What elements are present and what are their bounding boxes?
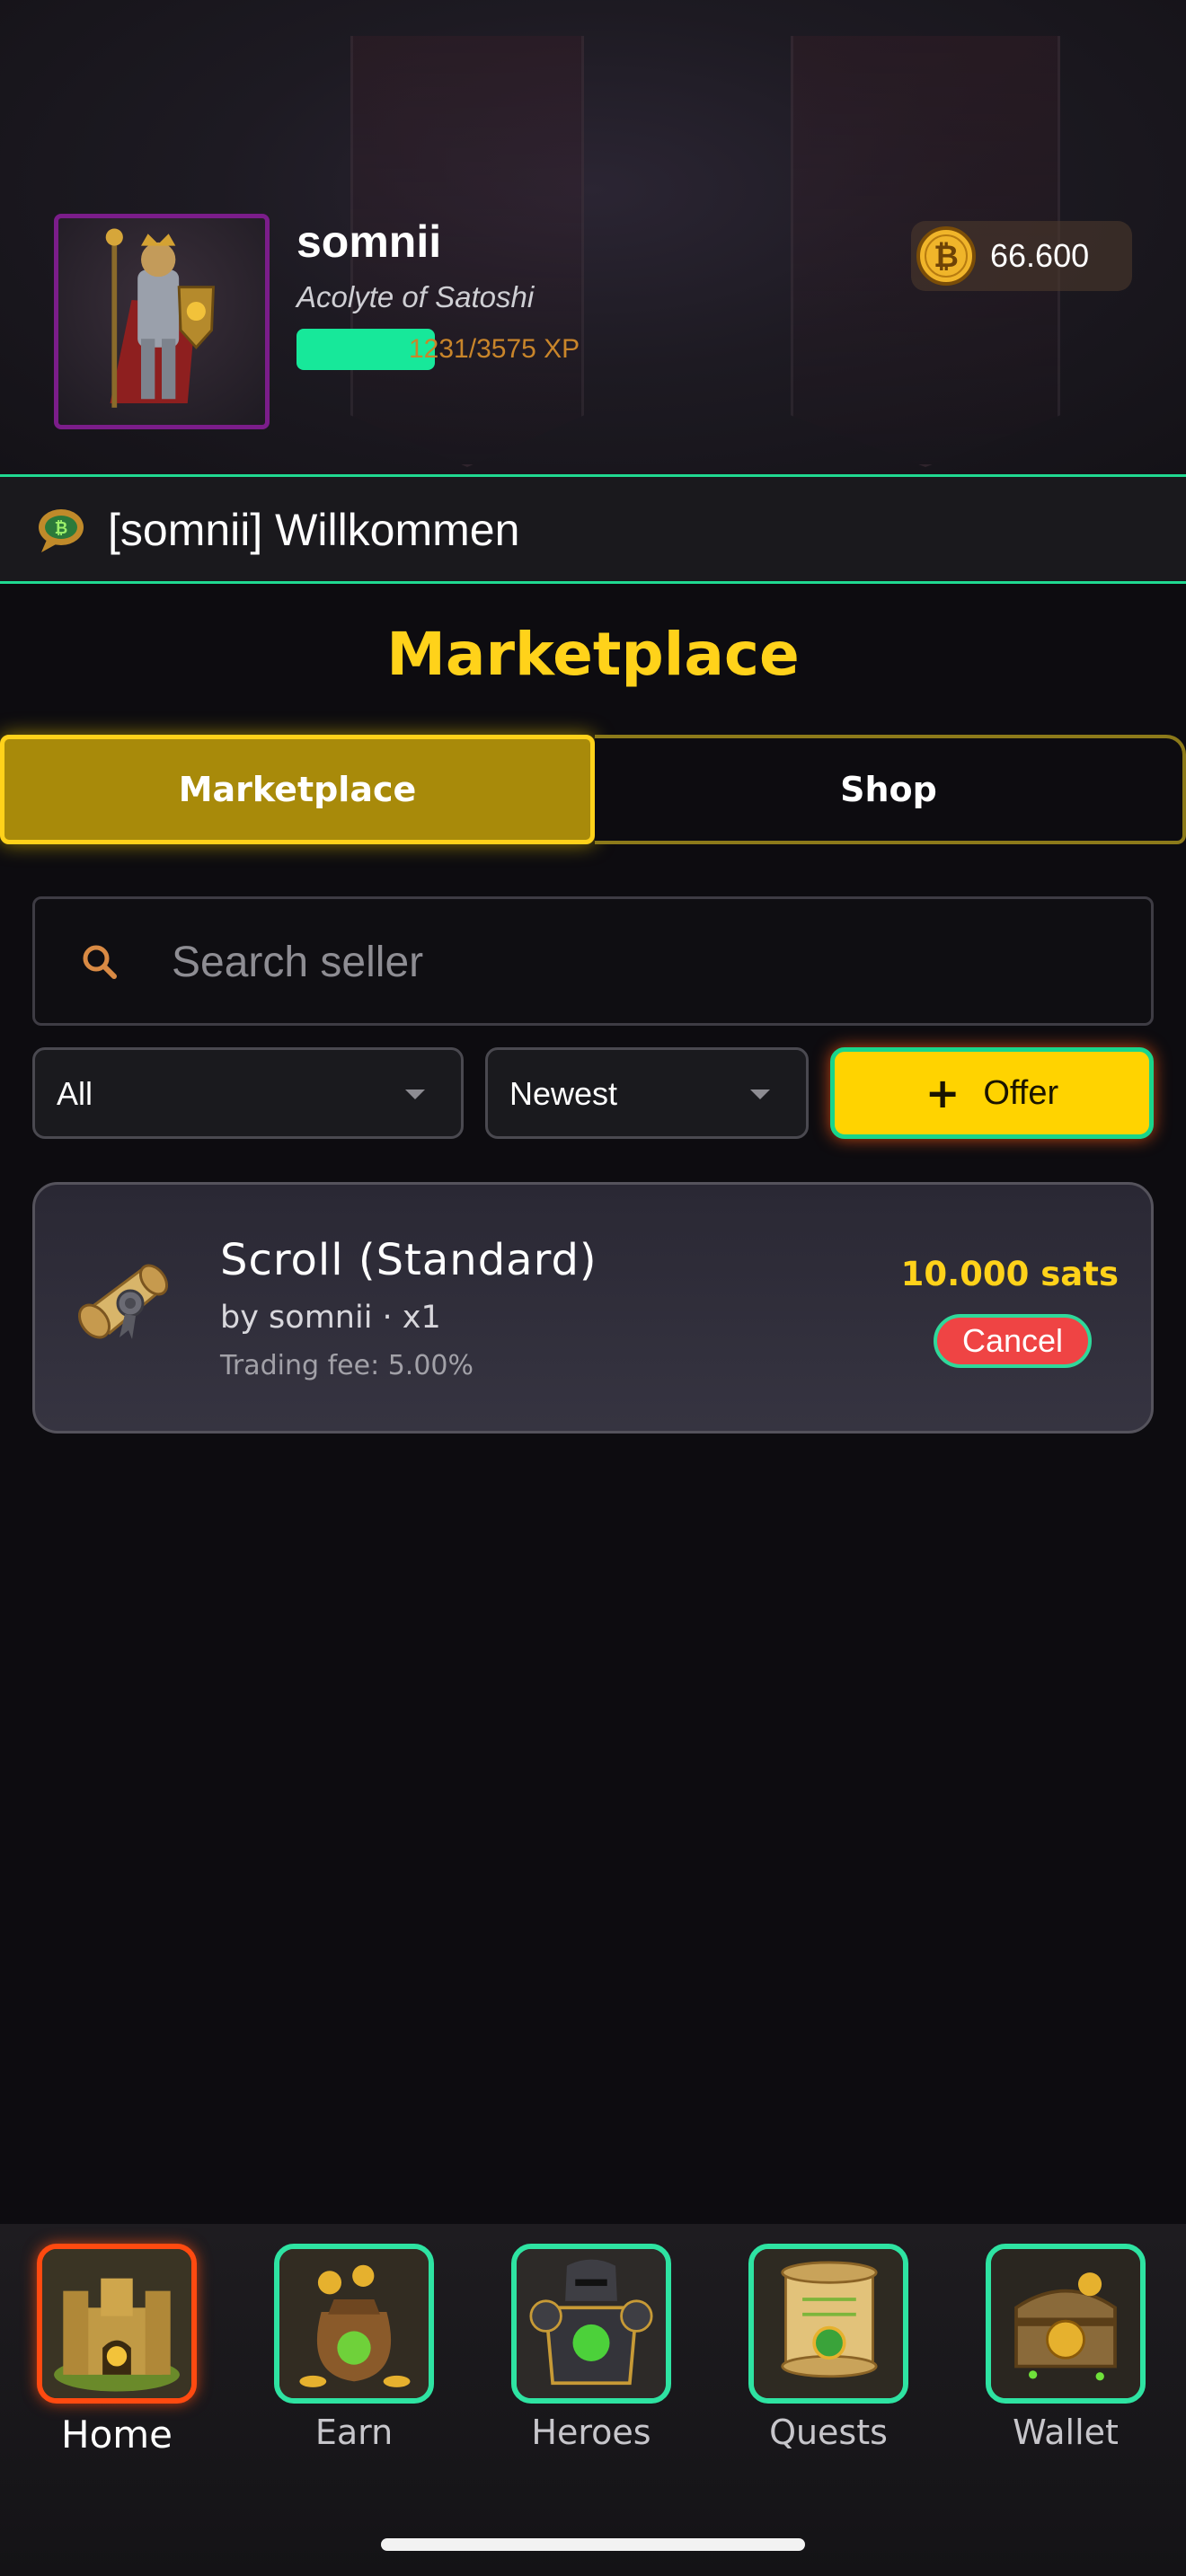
nav-quests-frame [748,2244,908,2404]
xp-text: 1231/3575 XP [409,334,580,364]
svg-text:₿: ₿ [55,519,68,538]
nav-label-heroes: Heroes [531,2413,651,2452]
bitcoin-coin-icon: ₿ [916,226,976,286]
sort-select-value: Newest [509,1075,618,1112]
player-rank: Acolyte of Satoshi [296,280,535,313]
knight-avatar-icon [105,228,215,408]
page-title: Marketplace [386,620,800,689]
coin-balance[interactable]: ₿ 66.600 [911,221,1132,291]
username: somnii [296,216,442,267]
castle-icon [42,2249,191,2398]
coin-sack-icon [279,2249,429,2398]
nav-label-home: Home [60,2413,173,2457]
nav-earn[interactable]: Earn [252,2244,458,2477]
nav-earn-frame [274,2244,434,2404]
nav-home-frame [37,2244,197,2404]
svg-text:₿: ₿ [934,239,959,275]
create-offer-button[interactable]: + Offer [830,1047,1154,1139]
offer-button-label: Offer [983,1073,1059,1112]
plus-icon: + [925,1069,960,1117]
profile-header: somnii Acolyte of Satoshi 1231/3575 XP ₿… [0,0,1186,474]
cancel-listing-button[interactable]: Cancel [934,1314,1092,1368]
listing-item-name: Scroll (Standard) [220,1235,597,1285]
tab-shop[interactable]: Shop [595,735,1186,844]
search-input[interactable] [172,931,1124,992]
coin-value: 66.600 [990,237,1090,274]
category-select[interactable]: All [32,1047,464,1139]
search-box [32,896,1154,1026]
home-indicator[interactable] [381,2538,805,2551]
listing-price: 10.000 sats [900,1255,1119,1293]
chest-icon [991,2249,1140,2398]
listing-fee: Trading fee: 5.00% [220,1350,474,1381]
ticker-message: [somnii] Willkommen [108,505,520,555]
news-ticker: ₿ [somnii] Willkommen [0,474,1186,584]
sort-select[interactable]: Newest [485,1047,809,1139]
scroll-item-icon [77,1264,169,1339]
nav-home[interactable]: Home [14,2244,221,2477]
category-select-value: All [57,1075,93,1112]
nav-heroes[interactable]: Heroes [489,2244,695,2477]
chevron-down-icon [750,1090,770,1099]
nav-label-wallet: Wallet [1013,2413,1119,2452]
avatar[interactable] [54,214,270,429]
tab-marketplace[interactable]: Marketplace [0,735,595,844]
search-icon [83,945,117,979]
nav-label-quests: Quests [769,2413,888,2452]
chevron-down-icon [405,1090,425,1099]
listing-seller: by somnii · x1 [220,1300,441,1336]
bottom-navigation: Home Earn Heroes Quests Wallet [0,2224,1186,2576]
nav-quests[interactable]: Quests [726,2244,933,2477]
nav-label-earn: Earn [314,2413,394,2452]
scroll-icon [754,2249,903,2398]
nav-wallet-frame [986,2244,1146,2404]
nav-heroes-frame [511,2244,671,2404]
chat-bubble-icon: ₿ [39,509,84,552]
nav-wallet[interactable]: Wallet [963,2244,1170,2477]
armor-icon [517,2249,666,2398]
listing-card[interactable]: Scroll (Standard) by somnii · x1 Trading… [32,1182,1154,1434]
